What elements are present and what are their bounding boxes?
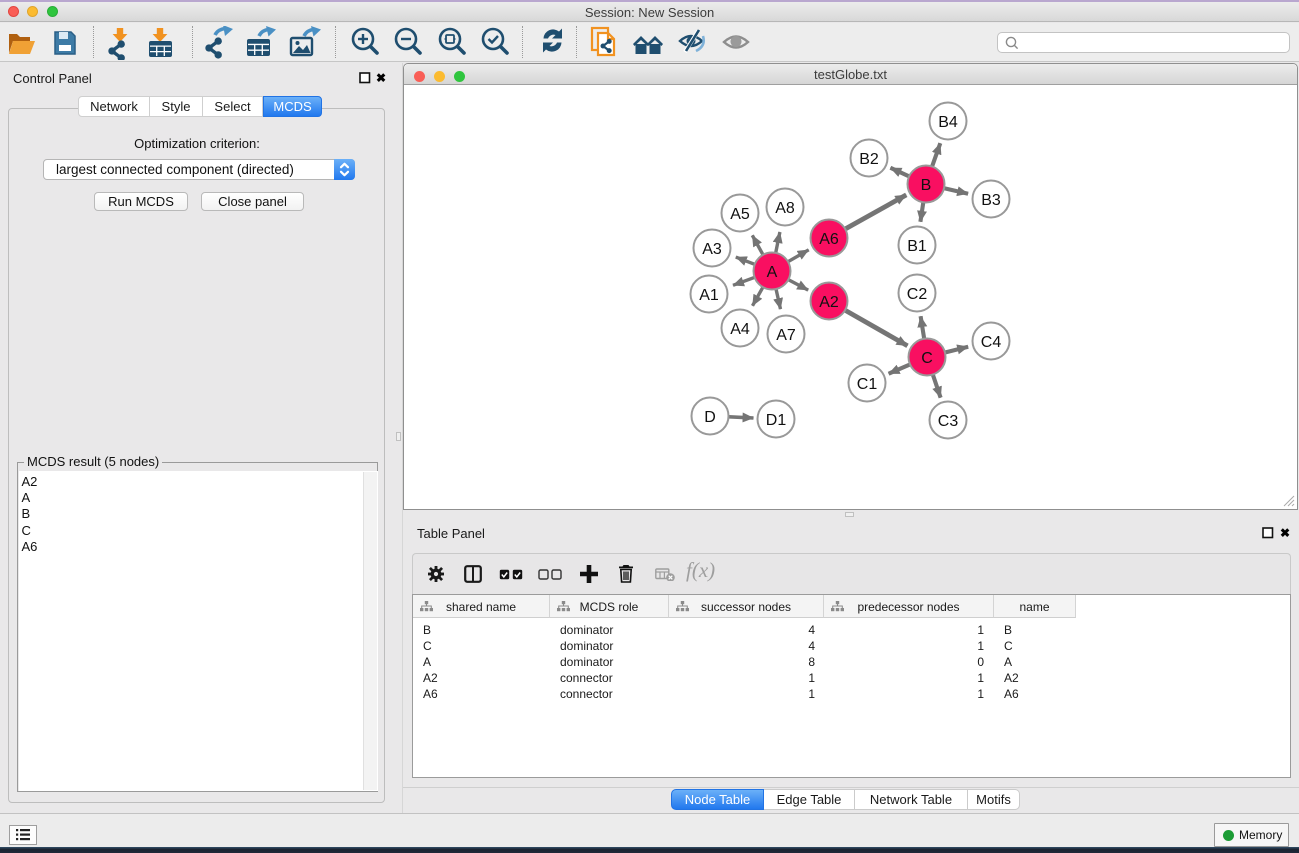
- svg-text:A8: A8: [775, 200, 795, 217]
- svg-text:C4: C4: [981, 334, 1002, 351]
- svg-text:A: A: [767, 264, 778, 281]
- svg-text:C1: C1: [857, 376, 878, 393]
- svg-text:A7: A7: [776, 327, 796, 344]
- svg-text:C2: C2: [907, 286, 928, 303]
- svg-text:A2: A2: [819, 294, 839, 311]
- svg-text:A1: A1: [699, 287, 719, 304]
- svg-text:A5: A5: [730, 206, 750, 223]
- svg-text:B2: B2: [859, 151, 879, 168]
- svg-text:C: C: [921, 350, 933, 367]
- svg-text:B: B: [921, 177, 932, 194]
- svg-text:B3: B3: [981, 192, 1001, 209]
- svg-text:C3: C3: [938, 413, 959, 430]
- svg-text:A3: A3: [702, 241, 722, 258]
- svg-text:D: D: [704, 409, 716, 426]
- svg-text:A4: A4: [730, 321, 750, 338]
- svg-text:A6: A6: [819, 231, 839, 248]
- svg-text:B1: B1: [907, 238, 927, 255]
- svg-text:B4: B4: [938, 114, 958, 131]
- svg-text:D1: D1: [766, 412, 787, 429]
